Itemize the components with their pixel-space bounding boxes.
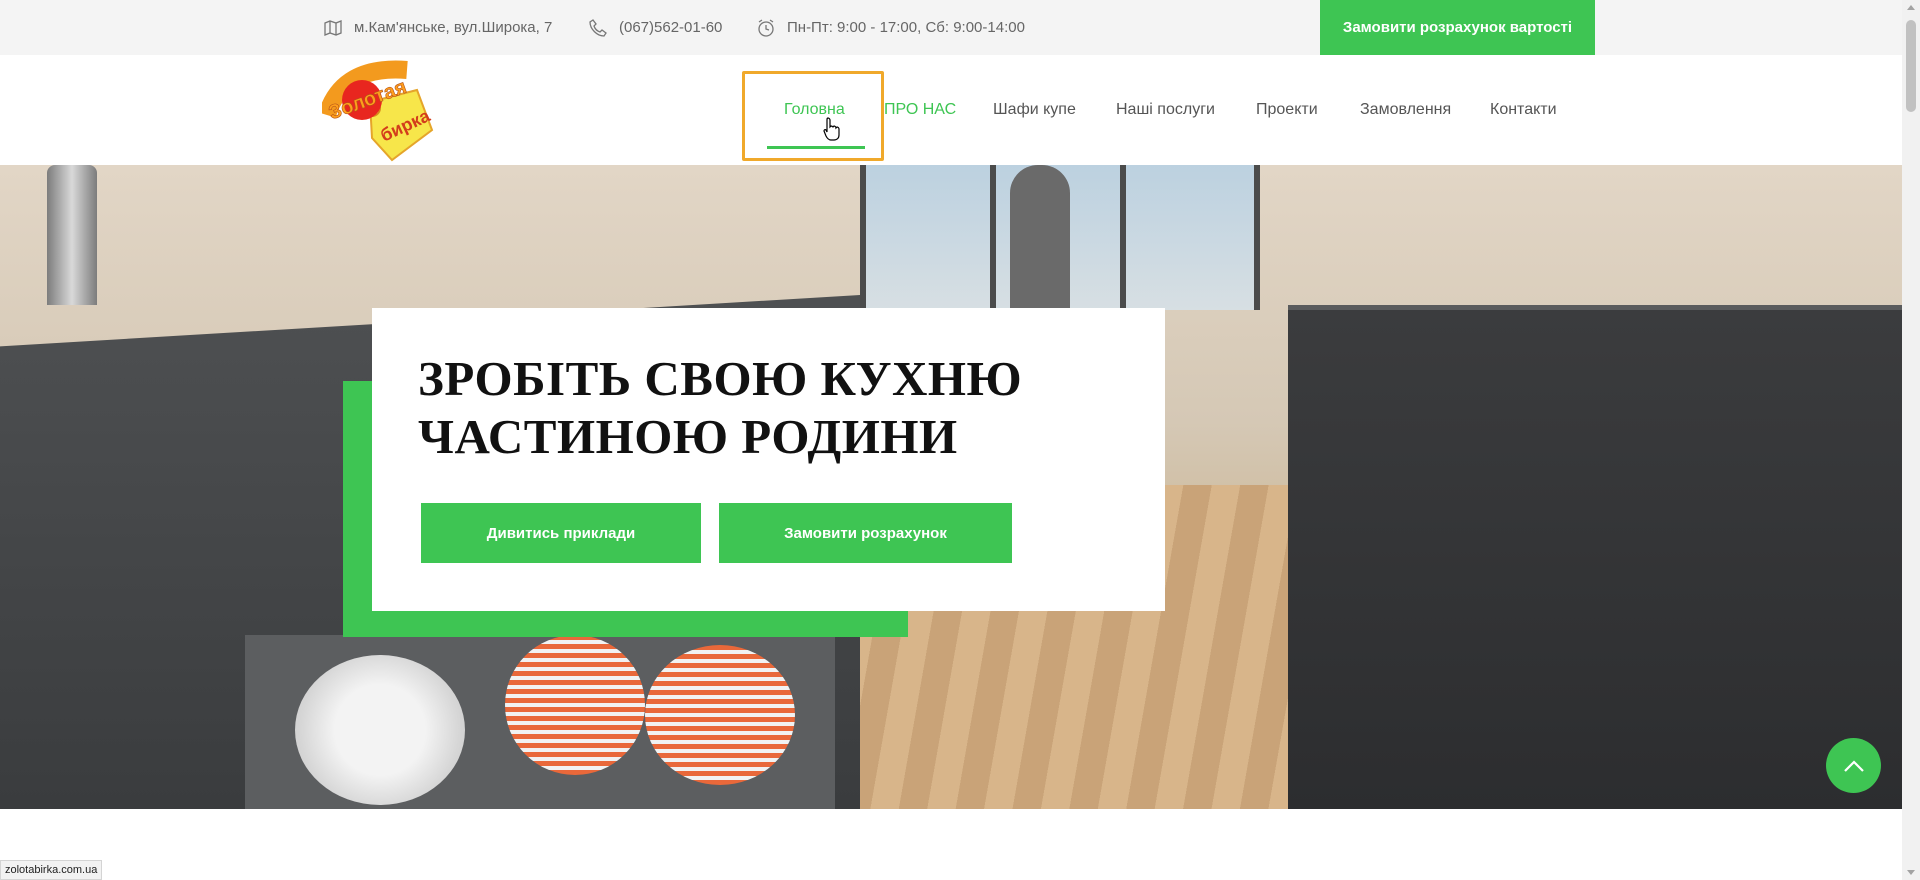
hours-info: Пн-Пт: 9:00 - 17:00, Сб: 9:00-14:00: [757, 0, 1025, 55]
scroll-down-arrow-icon[interactable]: [1907, 870, 1915, 875]
hero-headline: ЗРОБІТЬ СВОЮ КУХНЮ ЧАСТИНОЮ РОДИНИ: [418, 351, 1023, 464]
hero-card: ЗРОБІТЬ СВОЮ КУХНЮ ЧАСТИНОЮ РОДИНИ Дивит…: [372, 308, 1165, 611]
hand-cursor-icon: [823, 117, 840, 141]
top-info-bar: м.Кам'янське, вул.Широка, 7 (067)562-01-…: [0, 0, 1902, 55]
status-url: zolotabirka.com.ua: [0, 860, 103, 880]
hours-text: Пн-Пт: 9:00 - 17:00, Сб: 9:00-14:00: [787, 19, 1025, 36]
focus-highlight: [742, 71, 884, 161]
nav-item-projects[interactable]: Проекти: [1256, 101, 1318, 119]
scrollbar-thumb[interactable]: [1906, 20, 1916, 112]
address-text: м.Кам'янське, вул.Широка, 7: [354, 19, 553, 36]
hero-drawer-image: [245, 635, 835, 809]
scroll-to-top-button[interactable]: [1826, 738, 1881, 793]
chevron-up-icon: [1843, 759, 1864, 772]
view-examples-button[interactable]: Дивитись приклади: [421, 503, 701, 563]
nav-item-services[interactable]: Наші послуги: [1116, 101, 1215, 119]
page-scrollbar[interactable]: [1902, 0, 1920, 880]
phone-info: (067)562-01-60: [589, 0, 722, 55]
address-info: м.Кам'янське, вул.Широка, 7: [324, 0, 552, 55]
nav-item-orders[interactable]: Замовлення: [1360, 101, 1451, 119]
clock-icon: [758, 18, 774, 37]
scroll-up-arrow-icon[interactable]: [1907, 5, 1915, 10]
hero-right-cabinet-image: [1288, 310, 1902, 809]
order-calculation-button[interactable]: Замовити розрахунок вартості: [1320, 0, 1595, 55]
map-icon: [324, 19, 342, 36]
nav-item-wardrobes[interactable]: Шафи купе: [993, 101, 1076, 119]
nav-item-about[interactable]: ПРО НАС: [884, 101, 956, 119]
pepper-mill-image: [47, 165, 97, 305]
site-logo[interactable]: бирка Золотая: [322, 60, 447, 165]
phone-text[interactable]: (067)562-01-60: [619, 19, 722, 36]
phone-icon: [589, 18, 607, 37]
order-calculation-hero-button[interactable]: Замовити розрахунок: [719, 503, 1012, 563]
nav-item-contacts[interactable]: Контакти: [1490, 101, 1557, 119]
